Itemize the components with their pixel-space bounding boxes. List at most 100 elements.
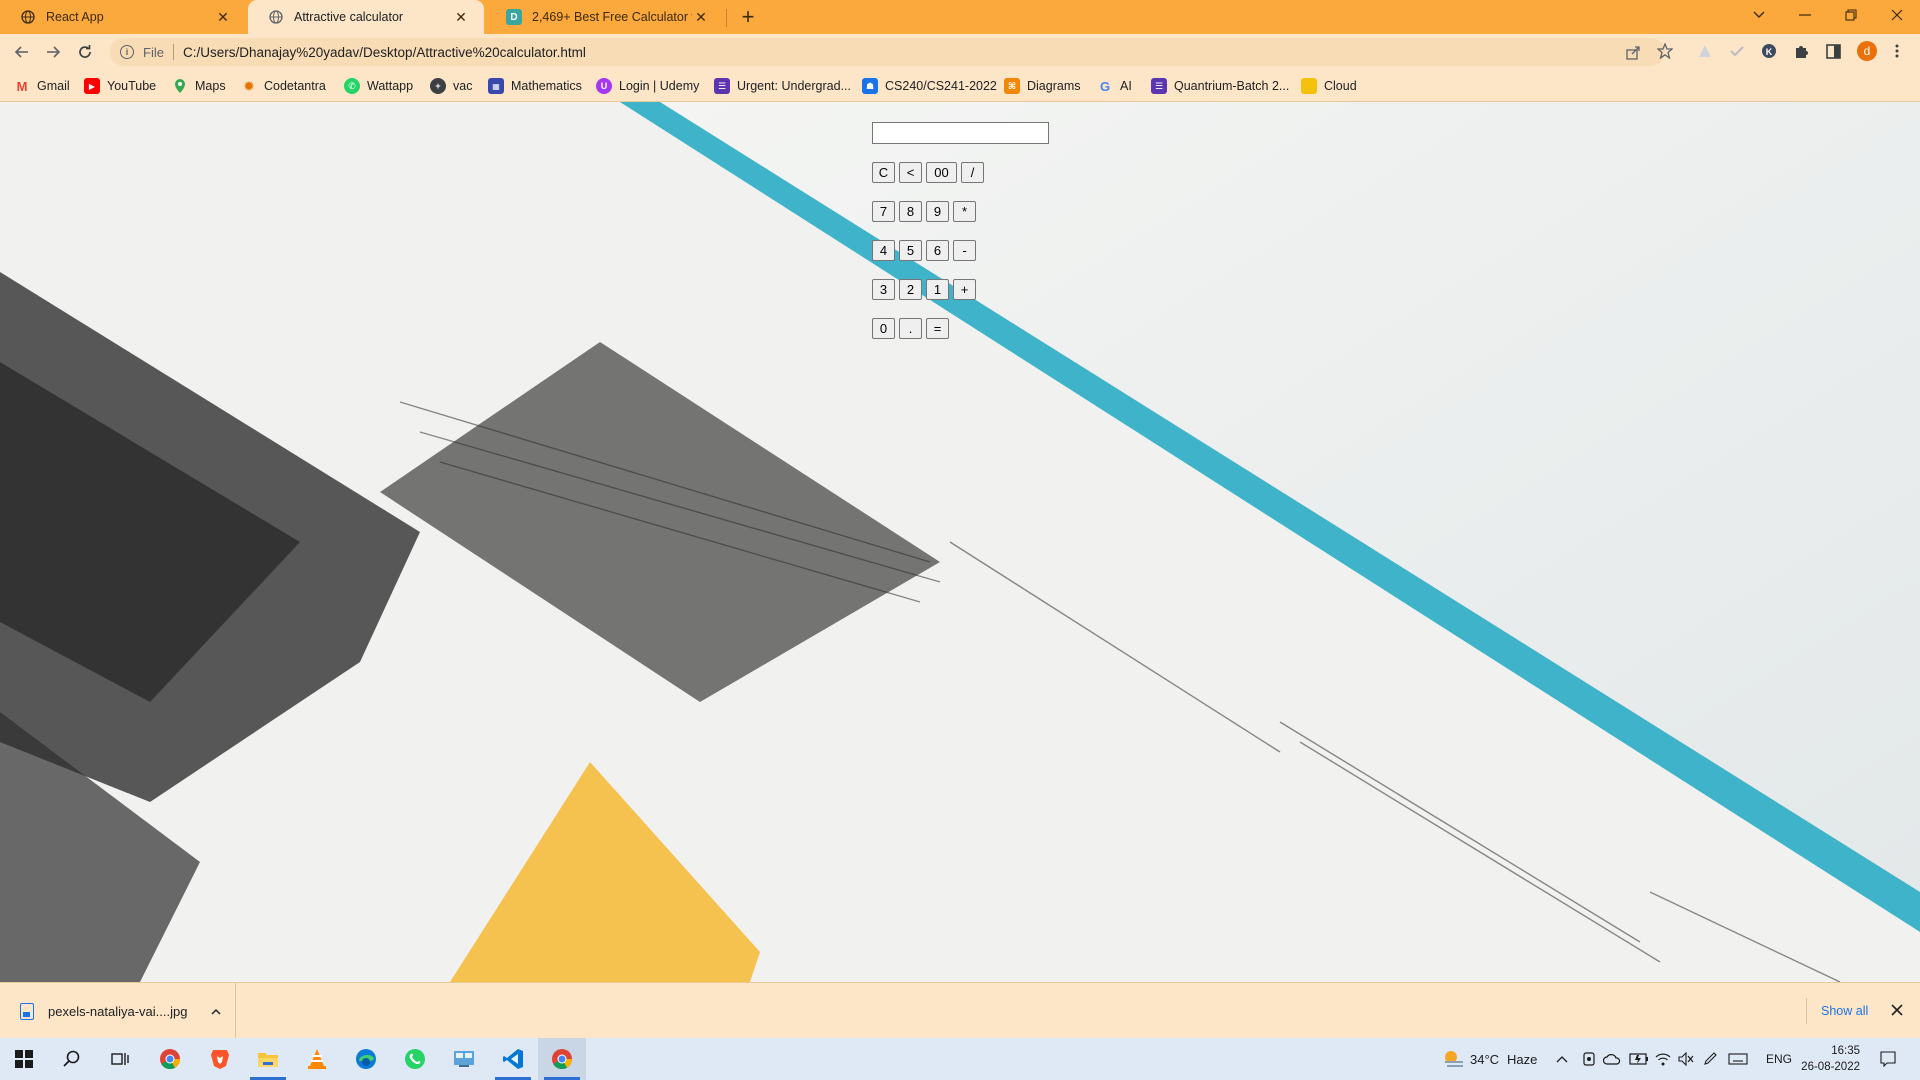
classroom-icon: ☗ <box>862 78 878 94</box>
digit-8-button[interactable]: 8 <box>899 201 922 222</box>
chevron-up-icon[interactable] <box>1556 1038 1568 1080</box>
weather-widget[interactable]: 34°C Haze <box>1442 1038 1537 1080</box>
chrome-icon[interactable] <box>538 1038 586 1080</box>
side-panel-icon[interactable] <box>1824 42 1842 60</box>
restore-button[interactable] <box>1828 0 1874 30</box>
system-clock[interactable]: 16:35 26-08-2022 <box>1800 1043 1860 1075</box>
reload-button[interactable] <box>73 40 97 64</box>
calculator-row: 0 . = <box>872 318 953 340</box>
double-zero-button[interactable]: 00 <box>926 162 957 183</box>
bookmark-urgent-undergrad[interactable]: ☰ Urgent: Undergrad... <box>714 77 851 95</box>
digit-1-button[interactable]: 1 <box>926 279 949 300</box>
extensions-puzzle-icon[interactable] <box>1792 42 1810 60</box>
decimal-button[interactable]: . <box>899 318 922 339</box>
minimize-button[interactable] <box>1782 0 1828 30</box>
back-button[interactable] <box>10 40 34 64</box>
bookmark-codetantra[interactable]: ✹ Codetantra <box>241 77 326 95</box>
battery-icon[interactable] <box>1629 1038 1649 1080</box>
diagrams-icon: ⌘ <box>1004 78 1020 94</box>
menu-icon[interactable] <box>1888 42 1906 60</box>
vlc-icon[interactable] <box>293 1038 341 1080</box>
brave-icon[interactable] <box>196 1038 244 1080</box>
close-shelf-icon[interactable] <box>1891 1001 1903 1021</box>
bookmark-diagrams[interactable]: ⌘ Diagrams <box>1004 77 1081 95</box>
subtract-button[interactable]: - <box>953 240 976 261</box>
bookmark-label: Diagrams <box>1027 79 1081 93</box>
digit-6-button[interactable]: 6 <box>926 240 949 261</box>
extension-a-icon[interactable] <box>1696 42 1714 60</box>
close-icon[interactable]: ✕ <box>692 8 710 26</box>
bookmark-cs240[interactable]: ☗ CS240/CS241-2022 <box>862 77 997 95</box>
close-icon[interactable]: ✕ <box>214 8 232 26</box>
vscode-icon[interactable] <box>489 1038 537 1080</box>
tab-search-button[interactable] <box>1736 0 1782 30</box>
svg-text:K: K <box>1766 47 1773 57</box>
bookmark-udemy[interactable]: U Login | Udemy <box>596 77 699 95</box>
chevron-up-icon[interactable] <box>211 1004 221 1018</box>
extension-check-icon[interactable] <box>1728 42 1746 60</box>
bookmark-vac[interactable]: + vac <box>430 77 472 95</box>
bookmark-wattapp[interactable]: ✆ Wattapp <box>344 77 413 95</box>
bookmark-quantrium[interactable]: ☰ Quantrium-Batch 2... <box>1151 77 1289 95</box>
volume-muted-icon[interactable] <box>1678 1038 1694 1080</box>
tab-calculator-websites[interactable]: D 2,469+ Best Free Calculator websi ✕ <box>486 0 724 34</box>
digit-4-button[interactable]: 4 <box>872 240 895 261</box>
bookmark-star-icon[interactable] <box>1657 43 1673 59</box>
pen-icon[interactable] <box>1703 1038 1717 1080</box>
bookmark-gmail[interactable]: M Gmail <box>14 77 70 95</box>
site-info-icon[interactable]: i <box>120 45 134 59</box>
weather-description: Haze <box>1507 1051 1538 1067</box>
url-text[interactable]: C:/Users/Dhanajay%20yadav/Desktop/Attrac… <box>183 45 586 60</box>
tab-attractive-calculator[interactable]: Attractive calculator ✕ <box>248 0 484 34</box>
profile-avatar[interactable]: d <box>1857 41 1877 61</box>
task-view-icon[interactable] <box>96 1038 144 1080</box>
whatsapp-icon[interactable] <box>391 1038 439 1080</box>
bookmark-label: Codetantra <box>264 79 326 93</box>
digit-5-button[interactable]: 5 <box>899 240 922 261</box>
clock-time: 16:35 <box>1831 1045 1860 1057</box>
wifi-icon[interactable] <box>1655 1038 1671 1080</box>
add-button[interactable]: + <box>953 279 976 300</box>
show-all-downloads-button[interactable]: Show all <box>1806 998 1882 1024</box>
digit-7-button[interactable]: 7 <box>872 201 895 222</box>
udemy-icon: U <box>596 78 612 94</box>
bookmark-label: Cloud <box>1324 79 1357 93</box>
close-icon[interactable]: ✕ <box>452 8 470 26</box>
search-icon[interactable] <box>48 1038 96 1080</box>
bookmark-label: CS240/CS241-2022 <box>885 79 997 93</box>
equals-button[interactable]: = <box>926 318 949 339</box>
digit-9-button[interactable]: 9 <box>926 201 949 222</box>
meet-now-icon[interactable] <box>1582 1038 1596 1080</box>
bookmark-youtube[interactable]: ▶ YouTube <box>84 77 156 95</box>
windows-start-icon[interactable] <box>0 1038 48 1080</box>
download-item[interactable]: pexels-nataliya-vai....jpg <box>0 983 236 1039</box>
new-tab-button[interactable]: + <box>736 4 760 29</box>
digit-2-button[interactable]: 2 <box>899 279 922 300</box>
address-bar[interactable]: i File C:/Users/Dhanajay%20yadav/Desktop… <box>110 38 1665 66</box>
tab-react-app[interactable]: React App ✕ <box>0 0 246 34</box>
extension-k-icon[interactable]: K <box>1760 42 1778 60</box>
digit-0-button[interactable]: 0 <box>872 318 895 339</box>
bookmark-cloud[interactable]: Cloud <box>1301 77 1357 95</box>
share-icon[interactable] <box>1625 44 1641 60</box>
divider <box>172 44 174 60</box>
control-panel-icon[interactable] <box>440 1038 488 1080</box>
notification-icon[interactable] <box>1880 1038 1896 1080</box>
onedrive-icon[interactable] <box>1603 1038 1621 1080</box>
multiply-button[interactable]: * <box>953 201 976 222</box>
keyboard-icon[interactable] <box>1728 1038 1748 1080</box>
language-indicator[interactable]: ENG <box>1766 1038 1792 1080</box>
bookmark-mathematics[interactable]: ▦ Mathematics <box>488 77 582 95</box>
edge-icon[interactable] <box>342 1038 390 1080</box>
digit-3-button[interactable]: 3 <box>872 279 895 300</box>
forward-button[interactable] <box>41 40 65 64</box>
divide-button[interactable]: / <box>961 162 984 183</box>
calculator-display[interactable] <box>872 122 1049 144</box>
chrome-icon[interactable] <box>146 1038 194 1080</box>
bookmark-ai[interactable]: G AI <box>1097 77 1132 95</box>
bookmark-maps[interactable]: Maps <box>172 77 226 95</box>
file-explorer-icon[interactable] <box>244 1038 292 1080</box>
clear-button[interactable]: C <box>872 162 895 183</box>
backspace-button[interactable]: < <box>899 162 922 183</box>
close-window-button[interactable] <box>1874 0 1920 30</box>
